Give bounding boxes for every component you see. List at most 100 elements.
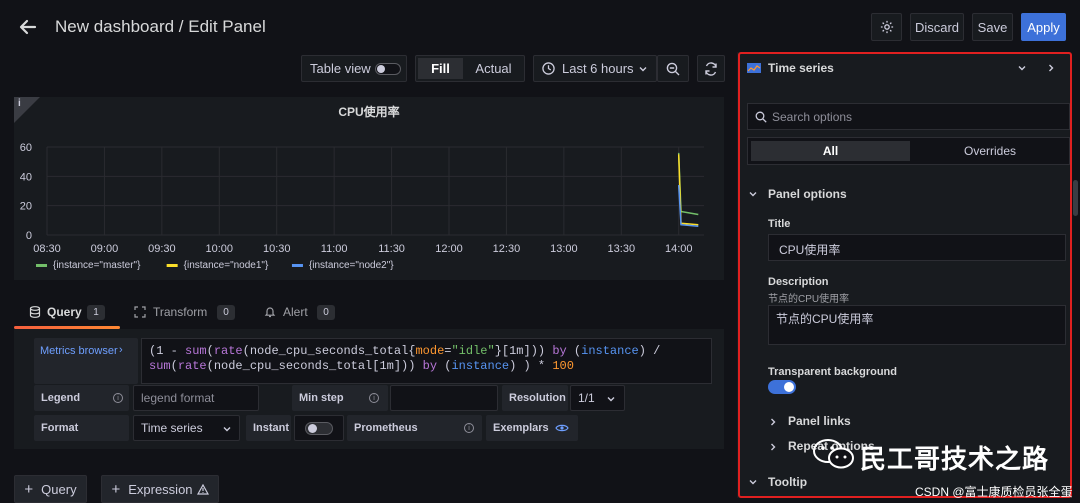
page-title: New dashboard / Edit Panel <box>55 17 266 36</box>
promql-token: ) / <box>638 344 661 358</box>
promql-token: 100 <box>552 359 574 373</box>
x-tick-label: 09:00 <box>91 243 119 255</box>
tab-query-count: 1 <box>87 305 105 320</box>
promql-token: sum <box>185 344 207 358</box>
promql-token: "idle" <box>451 344 495 358</box>
promql-token: }[1m])) <box>494 344 553 358</box>
resolution-label: Resolution <box>502 385 568 411</box>
eye-icon[interactable] <box>555 423 569 433</box>
legend-label: {instance="node1"} <box>184 260 269 271</box>
wechat-icon <box>813 439 854 469</box>
tab-alert-label: Alert <box>283 305 308 319</box>
panel-preview: i CPU使用率 0 20 40 60 08:30 09:00 09:30 10:00 10:3… <box>14 97 724 280</box>
clock-icon <box>542 62 555 75</box>
promql-editor[interactable]: (1 - sum(rate(node_cpu_seconds_total{mod… <box>141 338 712 384</box>
promql-token: ) ) * <box>509 359 553 373</box>
options-scrollbar[interactable] <box>1073 180 1078 216</box>
resolution-select[interactable]: 1/1 <box>570 385 625 411</box>
add-query-button[interactable]: + Query <box>14 475 87 503</box>
promql-token: ( <box>170 359 178 373</box>
promql-token: rate <box>177 359 207 373</box>
legend-swatch <box>166 264 178 267</box>
actual-button[interactable]: Actual <box>466 58 521 79</box>
x-tick-label: 13:30 <box>608 243 636 255</box>
tab-transform-label: Transform <box>153 305 208 319</box>
database-icon <box>29 306 41 318</box>
time-series-chart: 0 20 40 60 08:30 09:00 09:30 10:00 10:30 11:00 11:… <box>20 142 704 271</box>
gear-icon <box>880 20 893 34</box>
add-query-label: Query <box>41 481 77 497</box>
promql-token: ( <box>437 359 452 373</box>
promql-token: instance <box>581 344 639 358</box>
save-button[interactable]: Save <box>972 13 1013 41</box>
refresh-icon <box>705 61 717 76</box>
tab-transform[interactable]: Transform 0 <box>130 299 240 329</box>
fill-actual-group: Fill Actual <box>415 55 525 82</box>
add-expression-button[interactable]: + Expression <box>101 475 219 503</box>
back-arrow-icon[interactable] <box>18 17 38 37</box>
y-tick-label: 0 <box>26 230 32 242</box>
legend-swatch <box>36 264 47 267</box>
watermark-brand: 民工哥技术之路 <box>860 444 1050 474</box>
chevron-down-icon <box>639 67 647 72</box>
y-tick-label: 40 <box>20 171 32 183</box>
table-view-toggle[interactable]: Table view <box>301 55 407 82</box>
add-expression-label: Expression <box>128 481 193 497</box>
time-range-picker[interactable]: Last 6 hours <box>533 55 657 82</box>
zoom-out-button[interactable] <box>657 55 689 82</box>
fill-button[interactable]: Fill <box>418 58 463 79</box>
x-tick-label: 10:30 <box>263 243 291 255</box>
tab-alert-count: 0 <box>317 305 335 320</box>
legend-format-input[interactable]: legend format <box>133 385 259 411</box>
instant-toggle[interactable] <box>294 415 344 441</box>
promql-token: by <box>422 359 438 373</box>
tab-query-label: Query <box>47 305 82 319</box>
x-tick-label: 12:00 <box>435 243 463 255</box>
promql-token: ( <box>566 344 582 358</box>
format-label: Format <box>34 415 129 441</box>
settings-button[interactable] <box>871 13 902 41</box>
y-tick-label: 60 <box>20 142 32 154</box>
promql-token: (node_cpu_seconds_total{ <box>242 344 416 358</box>
time-range-label: Last 6 hours <box>562 61 634 76</box>
promql-token: rate <box>213 344 243 358</box>
bell-icon <box>264 307 276 318</box>
min-step-input[interactable] <box>390 385 498 411</box>
chevron-down-icon <box>223 427 231 432</box>
tab-alert[interactable]: Alert 0 <box>260 299 340 329</box>
refresh-button[interactable] <box>697 55 725 82</box>
legend-label: {instance="master"} <box>53 260 141 271</box>
plus-icon: + <box>111 480 121 498</box>
plus-icon: + <box>24 480 34 498</box>
promql-token: ( <box>206 344 214 358</box>
promql-token: (1 - <box>149 344 186 358</box>
metrics-browser-button[interactable]: Metrics browser › <box>34 338 138 384</box>
zoom-out-icon <box>666 62 680 75</box>
metrics-browser-label: Metrics browser <box>40 345 118 357</box>
legend-swatch <box>291 264 303 267</box>
info-icon: i <box>464 423 474 433</box>
info-icon: i <box>369 393 379 403</box>
watermark-credit: CSDN @富士康质检员张全蛋 <box>915 485 1073 499</box>
toggle-switch[interactable] <box>375 63 401 75</box>
promql-token: instance <box>451 359 510 373</box>
format-select[interactable]: Time series <box>133 415 240 441</box>
tab-query[interactable]: Query 1 <box>14 299 120 329</box>
prometheus-label: Prometheus <box>347 415 482 441</box>
legend-label: {instance="node2"} <box>309 260 394 271</box>
table-view-label: Table view <box>310 61 371 76</box>
y-tick-label: 20 <box>20 201 32 213</box>
chevron-down-icon <box>607 397 615 402</box>
x-tick-label: 14:00 <box>665 243 693 255</box>
promql-token: sum <box>149 359 171 373</box>
promql-token: mode <box>415 344 445 358</box>
x-tick-label: 08:30 <box>33 243 61 255</box>
transform-icon <box>134 306 146 318</box>
apply-button[interactable]: Apply <box>1021 13 1066 41</box>
x-tick-label: 12:30 <box>493 243 521 255</box>
chevron-right-icon: › <box>119 344 123 356</box>
discard-button[interactable]: Discard <box>910 13 964 41</box>
x-tick-label: 09:30 <box>148 243 176 255</box>
promql-line-2: sum(rate(node_cpu_seconds_total[1m])) by… <box>149 359 704 374</box>
promql-line-1: (1 - sum(rate(node_cpu_seconds_total{mod… <box>149 344 704 359</box>
